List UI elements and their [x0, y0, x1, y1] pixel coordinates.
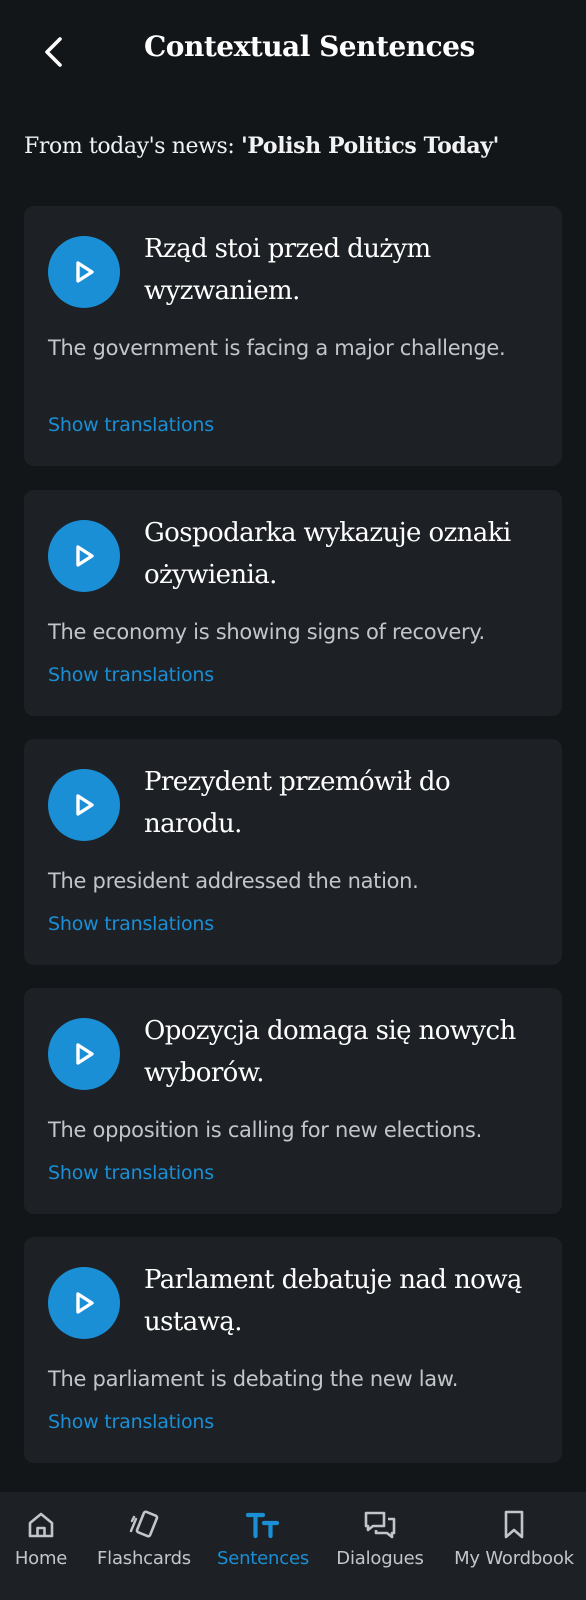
- contextual-sentences-screen: Contextual Sentences From today's news: …: [0, 0, 586, 1600]
- source-prefix: From today's news:: [24, 134, 235, 159]
- play-icon: [76, 545, 94, 567]
- home-icon: [28, 1512, 54, 1538]
- play-icon: [76, 261, 94, 283]
- show-translations-link[interactable]: Show translations: [48, 664, 214, 686]
- sentence-card: Opozycja domaga się nowych wyborów. The …: [24, 988, 562, 1214]
- polish-sentence: Rząd stoi przed dużym wyzwaniem.: [144, 234, 431, 306]
- sentence-card: Parlament debatuje nad nową ustawą. The …: [24, 1237, 562, 1463]
- sentence-card: Gospodarka wykazuje oznaki ożywienia. Th…: [24, 490, 562, 716]
- play-icon: [76, 794, 94, 816]
- english-translation: The government is facing a major challen…: [48, 336, 506, 360]
- back-button[interactable]: [36, 32, 72, 72]
- play-audio-button[interactable]: [48, 520, 120, 592]
- english-translation: The opposition is calling for new electi…: [48, 1118, 482, 1142]
- english-translation: The president addressed the nation.: [48, 869, 419, 893]
- nav-label: My Wordbook: [454, 1548, 574, 1569]
- chevron-left-icon: [45, 37, 62, 67]
- show-translations-link[interactable]: Show translations: [48, 913, 214, 935]
- top-app-bar: Contextual Sentences: [0, 0, 586, 104]
- play-audio-button[interactable]: [48, 1267, 120, 1339]
- polish-sentence: Parlament debatuje nad nową ustawą.: [144, 1265, 522, 1337]
- play-audio-button[interactable]: [48, 769, 120, 841]
- polish-sentence: Gospodarka wykazuje oznaki ożywienia.: [144, 518, 511, 590]
- play-icon: [76, 1292, 94, 1314]
- english-translation: The parliament is debating the new law.: [48, 1367, 459, 1391]
- english-translation: The economy is showing signs of recovery…: [48, 620, 485, 644]
- text-size-icon: [246, 1512, 280, 1539]
- sentence-card: Rząd stoi przed dużym wyzwaniem. The gov…: [24, 206, 562, 466]
- nav-item-home[interactable]: Home: [0, 1492, 82, 1600]
- bottom-navigation: Home Flashcards Sentences Dialogues My W…: [0, 1492, 586, 1600]
- chat-bubbles-icon: [364, 1511, 396, 1539]
- show-translations-link[interactable]: Show translations: [48, 1162, 214, 1184]
- nav-item-dialogues[interactable]: Dialogues: [330, 1492, 430, 1600]
- show-translations-link[interactable]: Show translations: [48, 414, 214, 436]
- nav-item-my-wordbook[interactable]: My Wordbook: [446, 1492, 582, 1600]
- nav-item-sentences[interactable]: Sentences: [212, 1492, 314, 1600]
- sentence-card: Prezydent przemówił do narodu. The presi…: [24, 739, 562, 965]
- nav-label: Dialogues: [336, 1548, 424, 1569]
- polish-sentence: Prezydent przemówił do narodu.: [144, 767, 451, 839]
- polish-sentence: Opozycja domaga się nowych wyborów.: [144, 1016, 516, 1088]
- nav-label: Home: [14, 1548, 68, 1569]
- play-icon: [76, 1043, 94, 1065]
- flashcards-icon: [129, 1510, 159, 1538]
- news-source-line: From today's news: 'Polish Politics Toda…: [24, 133, 564, 159]
- show-translations-link[interactable]: Show translations: [48, 1411, 214, 1433]
- nav-item-flashcards[interactable]: Flashcards: [92, 1492, 196, 1600]
- nav-label: Flashcards: [97, 1548, 191, 1569]
- play-audio-button[interactable]: [48, 1018, 120, 1090]
- bookmark-icon: [504, 1510, 524, 1539]
- article-title: 'Polish Politics Today': [241, 133, 499, 159]
- nav-label: Sentences: [217, 1548, 309, 1569]
- play-audio-button[interactable]: [48, 236, 120, 308]
- page-title: Contextual Sentences: [144, 30, 475, 63]
